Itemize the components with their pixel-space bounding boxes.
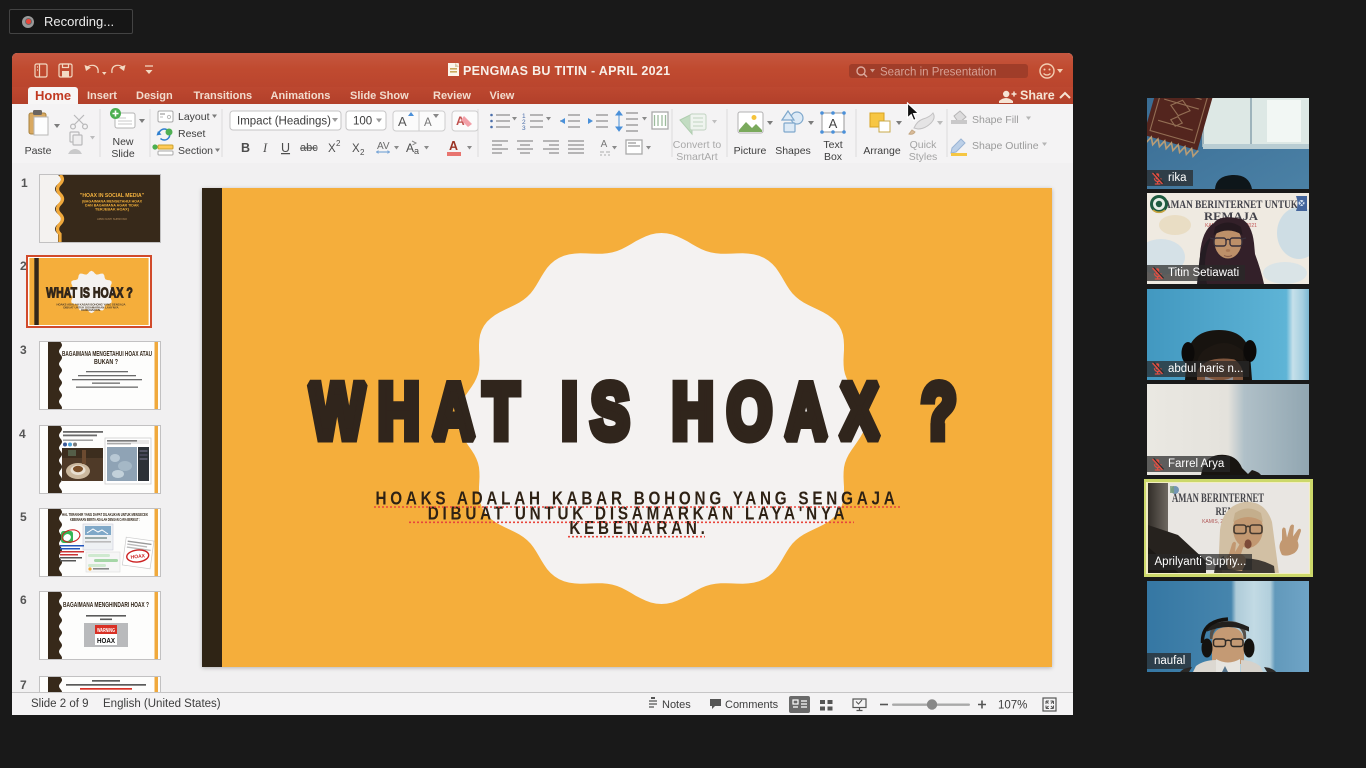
svg-text:Arrange: Arrange [863,145,901,157]
svg-text:KEBENARAN BERITA ADALAH DENGAN: KEBENARAN BERITA ADALAH DENGAN CARA BERI… [70,517,140,522]
svg-text:Share: Share [1020,89,1055,103]
svg-text:A: A [398,114,407,129]
svg-text:A: A [449,139,458,153]
svg-text:Impact (Headings): Impact (Headings) [237,116,331,128]
svg-text:X: X [352,143,360,155]
svg-text:2: 2 [360,148,365,157]
svg-text:Quick: Quick [910,139,938,151]
svg-text:a: a [414,146,419,156]
svg-text:U: U [281,141,290,155]
svg-text:B: B [241,141,250,155]
svg-text:BAGAIMANA MENGHINDARI HOAX ?: BAGAIMANA MENGHINDARI HOAX ? [63,600,149,609]
svg-text:Slide: Slide [111,148,135,160]
svg-text:Text: Text [823,139,842,151]
svg-text:2: 2 [336,139,341,148]
svg-text:Section: Section [178,145,213,157]
svg-text:APRILYANTI SUPRIYADI: APRILYANTI SUPRIYADI [97,217,127,221]
svg-text:Styles: Styles [909,151,938,163]
svg-text:"HOAX IN SOCIAL MEDIA": "HOAX IN SOCIAL MEDIA" [80,193,144,199]
svg-text:New: New [112,136,133,148]
svg-text:A: A [601,139,608,150]
svg-text:3: 3 [522,125,526,132]
svg-text:abc: abc [300,142,318,154]
svg-text:X: X [328,143,336,155]
svg-text:A: A [406,141,414,155]
svg-text:SmartArt: SmartArt [676,151,718,163]
svg-text:KEBENARAN.: KEBENARAN. [81,308,101,312]
svg-text:Layout: Layout [178,111,210,123]
svg-text:Notes: Notes [662,699,691,711]
svg-text:WHAT IS HOAX ?: WHAT IS HOAX ? [310,368,970,456]
svg-text:Shape Outline: Shape Outline [972,140,1039,152]
svg-text:Comments: Comments [725,699,779,711]
svg-text:Search in Presentation: Search in Presentation [880,67,996,79]
svg-text:A: A [829,116,838,131]
svg-text:Picture: Picture [734,145,767,157]
svg-text:WARNING: WARNING [97,628,115,634]
svg-text:TERJEBAK HOAX): TERJEBAK HOAX) [95,208,130,212]
svg-text:KEBENARAN.: KEBENARAN. [569,518,708,539]
svg-text:A: A [424,117,432,129]
svg-text:WHAT IS HOAX ?: WHAT IS HOAX ? [46,285,133,301]
svg-text:HOAX: HOAX [97,636,115,645]
svg-text:BAGAIMANA MENGETAHUI HOAX ATAU: BAGAIMANA MENGETAHUI HOAX ATAU [62,351,152,358]
svg-text:107%: 107% [998,700,1027,712]
svg-text:Box: Box [824,151,843,163]
svg-text:I: I [262,141,268,155]
svg-text:Paste: Paste [25,145,52,157]
svg-text:Shape Fill: Shape Fill [972,114,1019,126]
svg-text:BUKAN ?: BUKAN ? [94,359,118,366]
svg-text:Convert to: Convert to [673,139,722,151]
svg-text:AV: AV [377,141,390,152]
svg-text:PENGMAS BU TITIN - APRIL 2021: PENGMAS BU TITIN - APRIL 2021 [463,64,670,78]
svg-text:Shapes: Shapes [775,145,811,157]
svg-text:100: 100 [353,116,372,128]
svg-text:Reset: Reset [178,128,206,140]
